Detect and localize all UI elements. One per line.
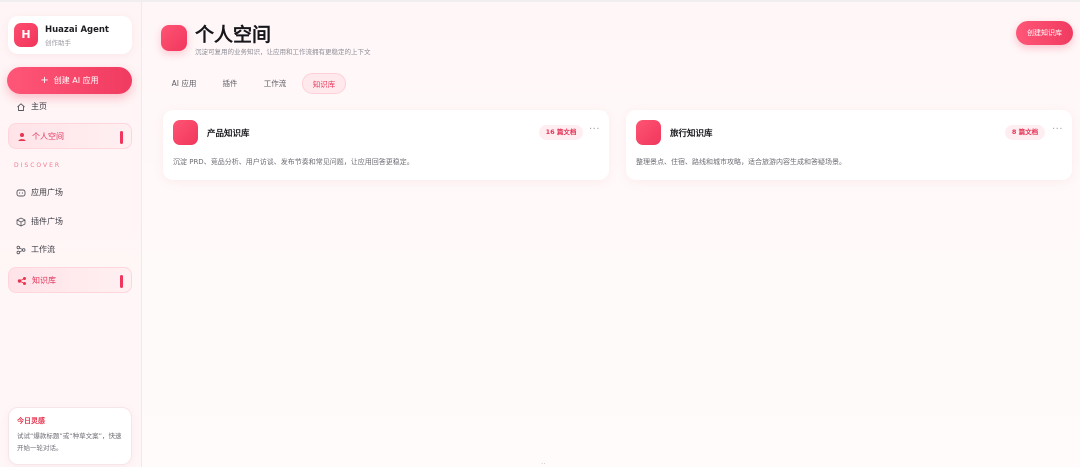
workflow-icon [16, 245, 26, 255]
sidebar-item-label: 应用广场 [31, 188, 63, 197]
document-count-badge: 8 篇文档 [1005, 125, 1045, 140]
knowledge-card-description: 整理景点、住宿、路线和城市攻略，适合旅游内容生成和答疑场景。 [636, 158, 846, 166]
knowledge-card-title: 产品知识库 [207, 129, 250, 139]
create-ai-app-label: 创建 AI 应用 [53, 76, 99, 85]
sidebar-item-app-plaza[interactable]: 应用广场 [8, 180, 132, 206]
brand-name: Huazai Agent [45, 25, 109, 35]
brand-card[interactable]: H Huazai Agent 创作助手 [8, 16, 132, 54]
user-icon [18, 133, 26, 141]
tab-plugins[interactable]: 插件 [214, 73, 246, 94]
knowledge-card-product[interactable]: 产品知识库 16 篇文档 ··· 沉淀 PRD、竞品分析、用户访谈、发布节奏和常… [163, 110, 609, 180]
brand-subtitle: 创作助手 [45, 39, 71, 47]
knowledge-card-icon [636, 120, 661, 145]
more-options-icon[interactable]: ··· [1052, 124, 1063, 135]
knowledge-icon [17, 277, 26, 285]
tip-title: 今日灵感 [17, 417, 45, 425]
more-options-icon[interactable]: ··· [589, 124, 600, 135]
page-icon [161, 25, 187, 51]
sidebar-item-workflow[interactable]: 工作流 [8, 237, 132, 263]
active-indicator [120, 131, 123, 144]
knowledge-card-description: 沉淀 PRD、竞品分析、用户访谈、发布节奏和常见问题，让应用回答更稳定。 [173, 158, 414, 166]
window-top-border [0, 0, 1080, 2]
sidebar-item-label: 知识库 [32, 276, 56, 285]
tab-workflows[interactable]: 工作流 [256, 73, 294, 94]
active-indicator [120, 275, 123, 288]
tip-text: 试试“爆款标题”或“种草文案”，快速开始一轮对话。 [17, 432, 122, 452]
knowledge-card-title: 旅行知识库 [670, 129, 713, 139]
sidebar-item-label: 工作流 [31, 245, 55, 254]
sidebar-item-label: 个人空间 [32, 132, 64, 141]
sidebar-item-knowledge-base[interactable]: 知识库 [8, 267, 132, 293]
brand-logo: H [14, 23, 38, 47]
sidebar-item-home[interactable]: 主页 [8, 94, 132, 120]
page-subtitle: 沉淀可复用的业务知识，让应用和工作流拥有更稳定的上下文 [195, 48, 371, 56]
sidebar: H Huazai Agent 创作助手 + 创建 AI 应用 主页 个人空间 DI… [0, 2, 142, 467]
create-ai-app-button[interactable]: + 创建 AI 应用 [7, 67, 132, 94]
tab-knowledge-base[interactable]: 知识库 [302, 73, 346, 94]
document-count-badge: 16 篇文档 [539, 125, 583, 140]
home-icon [17, 103, 25, 111]
sidebar-item-personal-space[interactable]: 个人空间 [8, 123, 132, 149]
create-knowledge-base-button[interactable]: 创建知识库 [1016, 21, 1073, 45]
daily-inspiration-card[interactable]: 今日灵感 试试“爆款标题”或“种草文案”，快速开始一轮对话。 [8, 407, 132, 465]
sidebar-item-label: 插件广场 [31, 217, 63, 226]
plus-icon: + [40, 75, 49, 86]
section-title-discover: DISCOVER [14, 162, 62, 169]
knowledge-card-travel[interactable]: 旅行知识库 8 篇文档 ··· 整理景点、住宿、路线和城市攻略，适合旅游内容生成… [626, 110, 1072, 180]
sidebar-item-plugin-plaza[interactable]: 插件广场 [8, 209, 132, 235]
app-icon [16, 189, 26, 197]
bottom-handle: ·· [541, 460, 546, 467]
page-title: 个人空间 [195, 24, 272, 46]
sidebar-item-label: 主页 [31, 102, 47, 111]
cube-icon [16, 217, 26, 227]
knowledge-card-icon [173, 120, 198, 145]
tab-ai-apps[interactable]: AI 应用 [162, 73, 206, 94]
